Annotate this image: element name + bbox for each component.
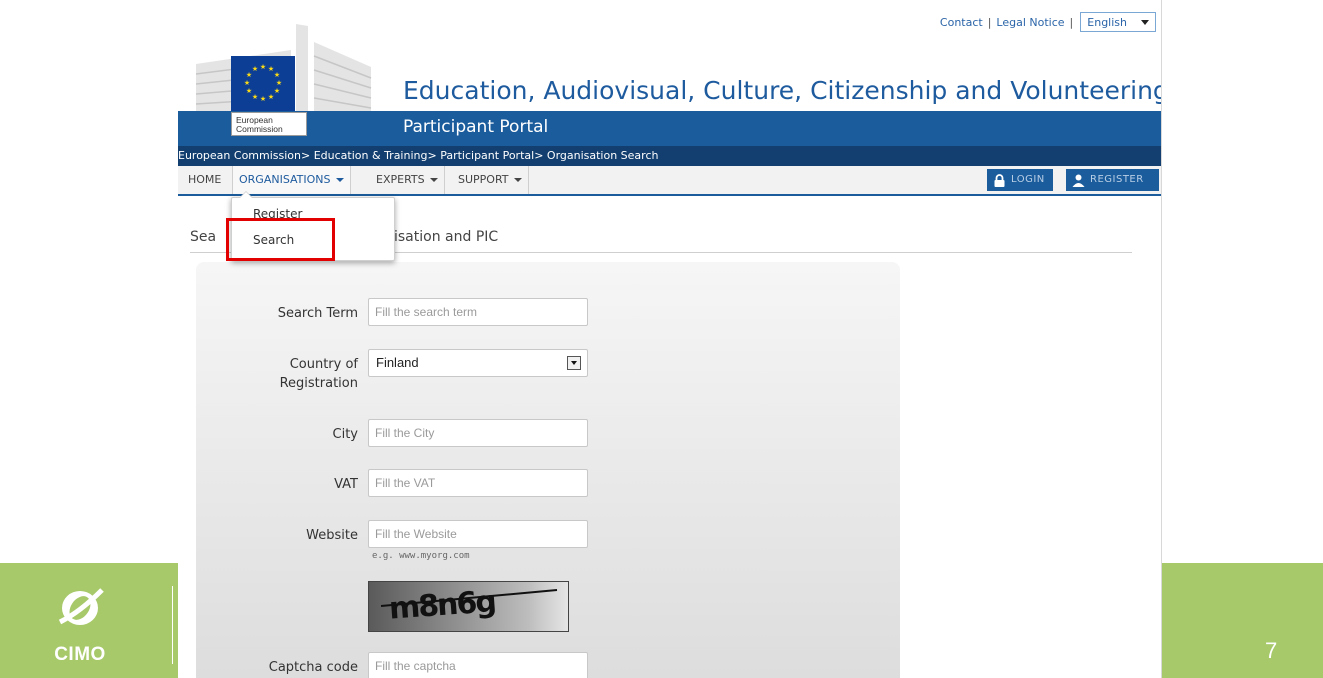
nav-home-label: HOME [188,173,222,186]
ec-logo-label-front: European Commission [231,112,307,136]
ec-label-line2: Commission [236,124,283,134]
link-separator: | [987,15,992,29]
svg-text:★: ★ [246,87,252,95]
top-links: Contact | Legal Notice | English [940,12,1156,32]
svg-text:★: ★ [260,63,266,71]
country-label-line2: Registration [279,376,358,391]
svg-text:★: ★ [252,93,258,101]
svg-text:★: ★ [274,71,280,79]
breadcrumb: European Commission> Education & Trainin… [178,146,1161,166]
portal-title: Participant Portal [403,117,549,137]
login-button[interactable]: LOGIN [987,169,1053,191]
chevron-down-icon [429,178,438,182]
website-hint: e.g. www.myorg.com [372,551,470,561]
country-label: Country of Registration [198,355,358,393]
svg-text:★: ★ [260,95,266,103]
section-title-end: isation and PIC [394,229,499,245]
nav-home[interactable]: HOME [182,166,227,194]
section-title-start: Sea [190,229,217,245]
nav-organisations-label: ORGANISATIONS [239,173,331,186]
highlight-box [226,218,335,261]
language-select[interactable]: English [1080,12,1156,32]
slide-divider [172,586,173,664]
svg-text:★: ★ [252,65,258,73]
website-label: Website [306,528,358,543]
breadcrumb-separator: > [534,149,547,162]
breadcrumb-separator: > [427,149,441,162]
user-icon [1072,174,1085,187]
nav-experts-label: EXPERTS [376,173,425,186]
svg-text:★: ★ [244,79,250,87]
main-nav: HOME ORGANISATIONS EXPERTS SUPPORT LOGIN… [178,166,1161,196]
chevron-down-icon [513,178,522,182]
breadcrumb-item-current: Organisation Search [546,149,659,162]
chevron-down-icon [335,178,344,182]
captcha-noise-icon [380,589,558,607]
country-select[interactable]: Finland [368,349,588,377]
eu-flag-icon: ★ ★★ ★★★ ★★★ ★★★ [231,56,295,112]
nav-experts[interactable]: EXPERTS [370,166,445,194]
login-label: LOGIN [1011,174,1045,185]
legal-notice-link[interactable]: Legal Notice [996,16,1064,29]
cimo-logo-text: CIMO [54,644,106,665]
nav-organisations[interactable]: ORGANISATIONS [232,166,351,194]
svg-text:★: ★ [268,93,274,101]
breadcrumb-item[interactable]: Participant Portal [440,149,534,162]
search-term-input[interactable]: Fill the search term [368,298,588,326]
lock-icon [994,173,1005,187]
city-input[interactable]: Fill the City [368,419,588,447]
register-label: REGISTER [1090,174,1144,185]
svg-text:★: ★ [274,87,280,95]
breadcrumb-separator: > [301,149,314,162]
nav-support-label: SUPPORT [458,173,509,186]
vat-label: VAT [334,477,358,492]
svg-text:★: ★ [276,79,282,87]
dropdown-notch [239,191,253,198]
country-value: Finland [376,355,419,370]
chevron-down-icon [1141,19,1149,25]
slide-number: 7 [1265,638,1278,663]
nav-support[interactable]: SUPPORT [452,166,529,194]
link-separator: | [1069,15,1074,29]
chevron-down-icon [567,356,581,370]
captcha-input[interactable]: Fill the captcha [368,652,588,678]
language-value: English [1087,15,1127,29]
portal-page: Contact | Legal Notice | English ★ ★ ★ ★… [178,0,1162,678]
breadcrumb-item[interactable]: Education & Training [314,149,428,162]
city-label: City [332,427,358,442]
contact-link[interactable]: Contact [940,16,983,29]
country-label-line1: Country of [289,357,358,372]
vat-input[interactable]: Fill the VAT [368,469,588,497]
site-title: Education, Audiovisual, Culture, Citizen… [403,76,1162,105]
captcha-label: Captcha code [268,660,358,675]
breadcrumb-item[interactable]: European Commission [178,149,301,162]
captcha-image: m8n6g [368,581,569,632]
search-term-label: Search Term [277,306,358,321]
register-button[interactable]: REGISTER [1066,169,1159,191]
website-input[interactable]: Fill the Website [368,520,588,548]
header-band [178,111,1161,146]
